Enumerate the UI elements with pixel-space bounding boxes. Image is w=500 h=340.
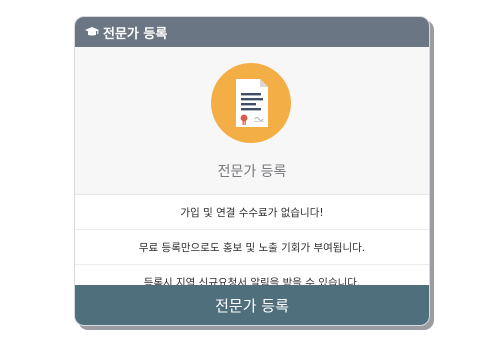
benefit-line: 가입 및 연결 수수료가 없습니다! [75,195,429,230]
expert-registration-card: 전문가 등록 전문가 등록 가입 및 연결 수수료가 없습니다! 무료 등록만으… [74,16,430,326]
card-header: 전문가 등록 [75,17,429,47]
graduation-cap-icon [85,26,99,38]
register-expert-button[interactable]: 전문가 등록 [75,285,429,325]
certificate-document-icon [211,63,291,143]
card-header-title: 전문가 등록 [103,26,168,42]
hero-title: 전문가 등록 [217,164,287,180]
hero-section: 전문가 등록 [75,47,429,195]
benefit-line: 무료 등록만으로도 홍보 및 노출 기회가 부여됩니다. [75,230,429,265]
